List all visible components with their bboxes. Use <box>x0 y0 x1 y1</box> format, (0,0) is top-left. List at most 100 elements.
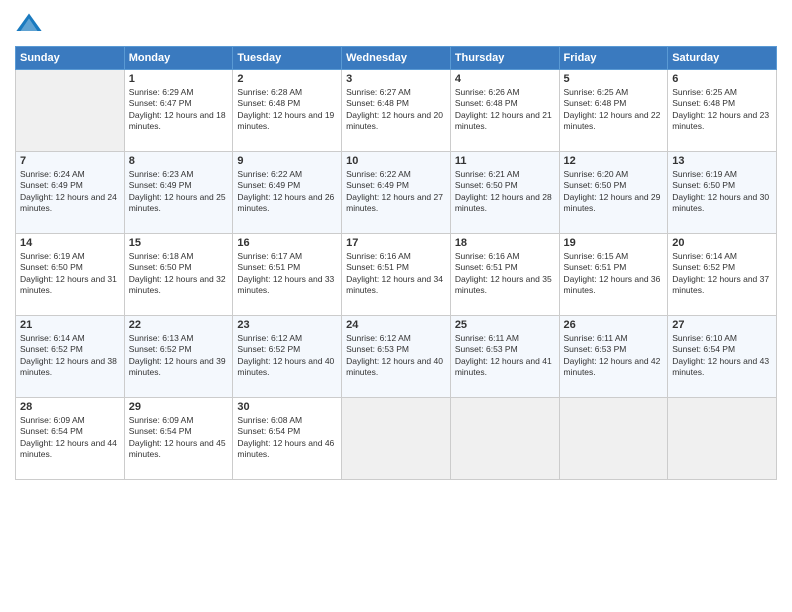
day-number: 1 <box>129 73 229 85</box>
day-info: Sunrise: 6:18 AMSunset: 6:50 PMDaylight:… <box>129 251 229 297</box>
day-number: 13 <box>672 155 772 167</box>
calendar-week-row: 21Sunrise: 6:14 AMSunset: 6:52 PMDayligh… <box>16 316 777 398</box>
calendar-cell <box>559 398 668 480</box>
day-info: Sunrise: 6:10 AMSunset: 6:54 PMDaylight:… <box>672 333 772 379</box>
weekday-header: Thursday <box>450 47 559 70</box>
day-info: Sunrise: 6:12 AMSunset: 6:52 PMDaylight:… <box>237 333 337 379</box>
day-number: 23 <box>237 319 337 331</box>
calendar-cell: 14Sunrise: 6:19 AMSunset: 6:50 PMDayligh… <box>16 234 125 316</box>
day-info: Sunrise: 6:14 AMSunset: 6:52 PMDaylight:… <box>672 251 772 297</box>
day-number: 28 <box>20 401 120 413</box>
day-number: 8 <box>129 155 229 167</box>
weekday-header: Wednesday <box>342 47 451 70</box>
day-info: Sunrise: 6:29 AMSunset: 6:47 PMDaylight:… <box>129 87 229 133</box>
day-number: 15 <box>129 237 229 249</box>
day-number: 20 <box>672 237 772 249</box>
day-number: 4 <box>455 73 555 85</box>
calendar-cell: 7 Sunrise: 6:24 AMSunset: 6:49 PMDaylight… <box>16 152 125 234</box>
day-number: 30 <box>237 401 337 413</box>
weekday-header-row: SundayMondayTuesdayWednesdayThursdayFrid… <box>16 47 777 70</box>
calendar-cell: 12 Sunrise: 6:20 AMSunset: 6:50 PMDayligh… <box>559 152 668 234</box>
calendar-cell: 22 Sunrise: 6:13 AMSunset: 6:52 PMDayligh… <box>124 316 233 398</box>
calendar-week-row: 14Sunrise: 6:19 AMSunset: 6:50 PMDayligh… <box>16 234 777 316</box>
day-info: Sunrise: 6:14 AMSunset: 6:52 PMDaylight:… <box>20 333 120 379</box>
day-info: Sunrise: 6:13 AMSunset: 6:52 PMDaylight:… <box>129 333 229 379</box>
logo-icon <box>15 10 43 38</box>
day-info: Sunrise: 6:25 AMSunset: 6:48 PMDaylight:… <box>672 87 772 133</box>
calendar-week-row: 1 Sunrise: 6:29 AMSunset: 6:47 PMDaylight… <box>16 70 777 152</box>
day-info: Sunrise: 6:19 AMSunset: 6:50 PMDaylight:… <box>672 169 772 215</box>
day-number: 29 <box>129 401 229 413</box>
calendar-cell: 11 Sunrise: 6:21 AMSunset: 6:50 PMDayligh… <box>450 152 559 234</box>
calendar-cell: 18 Sunrise: 6:16 AMSunset: 6:51 PMDayligh… <box>450 234 559 316</box>
day-info: Sunrise: 6:09 AMSunset: 6:54 PMDaylight:… <box>20 415 120 461</box>
day-info: Sunrise: 6:11 AMSunset: 6:53 PMDaylight:… <box>455 333 555 379</box>
day-info: Sunrise: 6:21 AMSunset: 6:50 PMDaylight:… <box>455 169 555 215</box>
calendar-cell: 24Sunrise: 6:12 AMSunset: 6:53 PMDayligh… <box>342 316 451 398</box>
day-number: 26 <box>564 319 664 331</box>
calendar-cell: 10Sunrise: 6:22 AMSunset: 6:49 PMDayligh… <box>342 152 451 234</box>
day-number: 12 <box>564 155 664 167</box>
calendar-cell: 5 Sunrise: 6:25 AMSunset: 6:48 PMDaylight… <box>559 70 668 152</box>
weekday-header: Monday <box>124 47 233 70</box>
day-number: 22 <box>129 319 229 331</box>
day-info: Sunrise: 6:20 AMSunset: 6:50 PMDaylight:… <box>564 169 664 215</box>
header <box>15 10 777 38</box>
calendar-cell: 17 Sunrise: 6:16 AMSunset: 6:51 PMDayligh… <box>342 234 451 316</box>
day-number: 3 <box>346 73 446 85</box>
weekday-header: Saturday <box>668 47 777 70</box>
day-info: Sunrise: 6:12 AMSunset: 6:53 PMDaylight:… <box>346 333 446 379</box>
day-info: Sunrise: 6:27 AMSunset: 6:48 PMDaylight:… <box>346 87 446 133</box>
weekday-header: Friday <box>559 47 668 70</box>
day-number: 16 <box>237 237 337 249</box>
day-info: Sunrise: 6:11 AMSunset: 6:53 PMDaylight:… <box>564 333 664 379</box>
day-info: Sunrise: 6:28 AMSunset: 6:48 PMDaylight:… <box>237 87 337 133</box>
calendar-cell: 21Sunrise: 6:14 AMSunset: 6:52 PMDayligh… <box>16 316 125 398</box>
calendar-cell: 30 Sunrise: 6:08 AMSunset: 6:54 PMDayligh… <box>233 398 342 480</box>
calendar-cell: 3 Sunrise: 6:27 AMSunset: 6:48 PMDaylight… <box>342 70 451 152</box>
calendar-cell: 23 Sunrise: 6:12 AMSunset: 6:52 PMDayligh… <box>233 316 342 398</box>
day-info: Sunrise: 6:23 AMSunset: 6:49 PMDaylight:… <box>129 169 229 215</box>
day-info: Sunrise: 6:17 AMSunset: 6:51 PMDaylight:… <box>237 251 337 297</box>
calendar-cell: 8 Sunrise: 6:23 AMSunset: 6:49 PMDaylight… <box>124 152 233 234</box>
calendar-cell: 25 Sunrise: 6:11 AMSunset: 6:53 PMDayligh… <box>450 316 559 398</box>
calendar-cell: 29Sunrise: 6:09 AMSunset: 6:54 PMDayligh… <box>124 398 233 480</box>
calendar-cell <box>16 70 125 152</box>
calendar-cell: 4Sunrise: 6:26 AMSunset: 6:48 PMDaylight… <box>450 70 559 152</box>
day-number: 7 <box>20 155 120 167</box>
calendar-cell: 1 Sunrise: 6:29 AMSunset: 6:47 PMDaylight… <box>124 70 233 152</box>
calendar-cell: 26 Sunrise: 6:11 AMSunset: 6:53 PMDayligh… <box>559 316 668 398</box>
calendar-cell: 6 Sunrise: 6:25 AMSunset: 6:48 PMDaylight… <box>668 70 777 152</box>
day-number: 11 <box>455 155 555 167</box>
calendar-cell <box>668 398 777 480</box>
weekday-header: Sunday <box>16 47 125 70</box>
day-number: 25 <box>455 319 555 331</box>
calendar-cell: 19Sunrise: 6:15 AMSunset: 6:51 PMDayligh… <box>559 234 668 316</box>
calendar-cell: 20 Sunrise: 6:14 AMSunset: 6:52 PMDayligh… <box>668 234 777 316</box>
calendar-cell: 16 Sunrise: 6:17 AMSunset: 6:51 PMDayligh… <box>233 234 342 316</box>
day-info: Sunrise: 6:16 AMSunset: 6:51 PMDaylight:… <box>455 251 555 297</box>
calendar-week-row: 7 Sunrise: 6:24 AMSunset: 6:49 PMDaylight… <box>16 152 777 234</box>
page: SundayMondayTuesdayWednesdayThursdayFrid… <box>0 0 792 612</box>
calendar-cell: 27Sunrise: 6:10 AMSunset: 6:54 PMDayligh… <box>668 316 777 398</box>
calendar-cell: 13 Sunrise: 6:19 AMSunset: 6:50 PMDayligh… <box>668 152 777 234</box>
day-number: 17 <box>346 237 446 249</box>
day-number: 19 <box>564 237 664 249</box>
day-number: 6 <box>672 73 772 85</box>
day-number: 10 <box>346 155 446 167</box>
day-info: Sunrise: 6:25 AMSunset: 6:48 PMDaylight:… <box>564 87 664 133</box>
day-number: 18 <box>455 237 555 249</box>
day-info: Sunrise: 6:16 AMSunset: 6:51 PMDaylight:… <box>346 251 446 297</box>
weekday-header: Tuesday <box>233 47 342 70</box>
calendar-week-row: 28 Sunrise: 6:09 AMSunset: 6:54 PMDayligh… <box>16 398 777 480</box>
day-info: Sunrise: 6:24 AMSunset: 6:49 PMDaylight:… <box>20 169 120 215</box>
calendar-cell: 2Sunrise: 6:28 AMSunset: 6:48 PMDaylight… <box>233 70 342 152</box>
calendar-cell <box>342 398 451 480</box>
logo <box>15 10 47 38</box>
day-number: 14 <box>20 237 120 249</box>
day-number: 5 <box>564 73 664 85</box>
calendar-cell: 9Sunrise: 6:22 AMSunset: 6:49 PMDaylight… <box>233 152 342 234</box>
calendar-cell: 15 Sunrise: 6:18 AMSunset: 6:50 PMDayligh… <box>124 234 233 316</box>
day-info: Sunrise: 6:22 AMSunset: 6:49 PMDaylight:… <box>237 169 337 215</box>
day-info: Sunrise: 6:08 AMSunset: 6:54 PMDaylight:… <box>237 415 337 461</box>
